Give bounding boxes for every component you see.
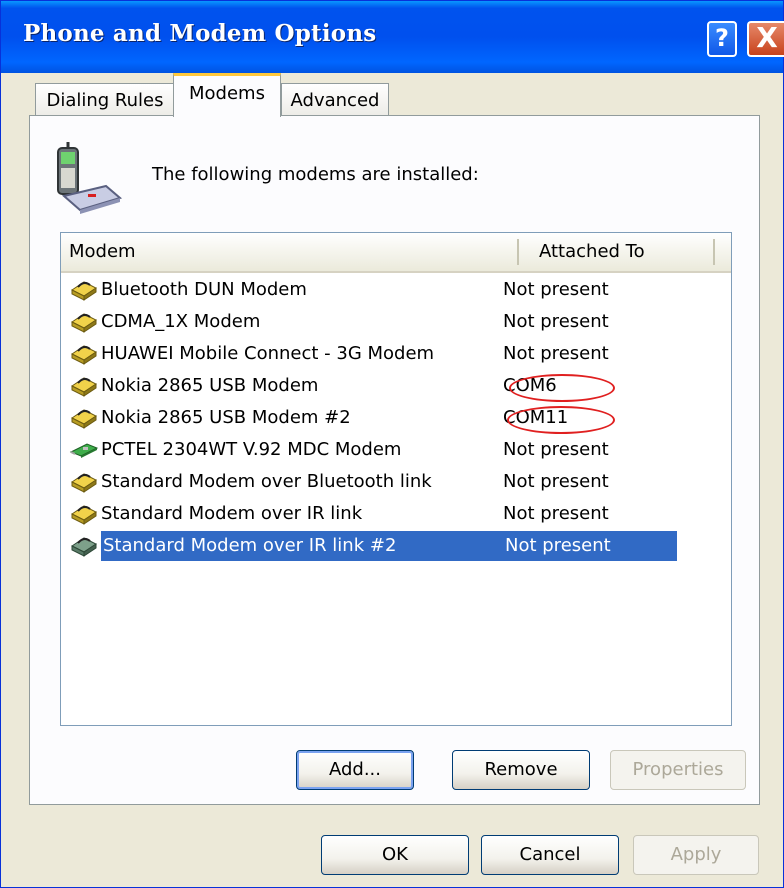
modem-icon — [71, 281, 97, 301]
list-row[interactable]: HUAWEI Mobile Connect - 3G Modem Not pre… — [65, 339, 719, 369]
modems-tab-panel: The following modems are installed: Mode… — [29, 115, 760, 805]
installed-modems-label: The following modems are installed: — [152, 164, 479, 185]
modem-icon — [71, 473, 97, 493]
modem-name: Nokia 2865 USB Modem #2 — [101, 407, 351, 428]
attached-to-value: Not present — [503, 503, 609, 524]
list-row[interactable]: Standard Modem over Bluetooth link Not p… — [65, 467, 719, 497]
modem-icon — [71, 313, 97, 333]
pci-modem-card-icon — [69, 443, 99, 458]
column-header-modem[interactable]: Modem — [69, 233, 136, 271]
annotation-circle — [509, 374, 615, 402]
list-row[interactable]: Nokia 2865 USB Modem COM6 — [65, 371, 719, 401]
list-header: Modem Attached To — [61, 233, 731, 273]
annotation-circle — [507, 406, 615, 434]
tab-advanced[interactable]: Advanced — [281, 83, 389, 117]
modem-name: HUAWEI Mobile Connect - 3G Modem — [101, 343, 435, 364]
list-row[interactable]: Standard Modem over IR link Not present — [65, 499, 719, 529]
add-button[interactable]: Add... — [296, 750, 414, 790]
modem-name: CDMA_1X Modem — [101, 311, 261, 332]
modem-icon — [71, 345, 97, 365]
list-row-selected[interactable]: Standard Modem over IR link #2 Not prese… — [65, 531, 719, 561]
close-button[interactable]: X — [747, 21, 784, 57]
tab-modems[interactable]: Modems — [173, 73, 281, 117]
column-divider[interactable] — [517, 239, 519, 265]
modem-name: Bluetooth DUN Modem — [101, 279, 307, 300]
dialog-window: Phone and Modem Options ? X Dialing Rule… — [0, 0, 784, 888]
modem-name: Standard Modem over IR link — [101, 503, 363, 524]
tab-dialing-rules[interactable]: Dialing Rules — [35, 83, 175, 117]
list-row[interactable]: PCTEL 2304WT V.92 MDC Modem Not present — [65, 435, 719, 465]
modem-name: Standard Modem over Bluetooth link — [101, 471, 432, 492]
modem-name: Nokia 2865 USB Modem — [101, 375, 319, 396]
attached-to-value: Not present — [503, 311, 609, 332]
phone-modem-icon — [57, 142, 123, 214]
properties-button[interactable]: Properties — [610, 750, 746, 790]
column-divider[interactable] — [713, 239, 715, 265]
attached-to-value: Not present — [503, 279, 609, 300]
title-bar[interactable]: Phone and Modem Options ? X — [1, 1, 784, 73]
apply-button[interactable]: Apply — [633, 835, 759, 875]
list-row[interactable]: Nokia 2865 USB Modem #2 COM11 — [65, 403, 719, 433]
column-header-attached-to[interactable]: Attached To — [539, 233, 645, 271]
modem-icon — [71, 409, 97, 429]
modem-icon — [71, 505, 97, 525]
modem-icon — [71, 377, 97, 397]
attached-to-value: Not present — [495, 531, 677, 561]
window-title: Phone and Modem Options — [23, 20, 377, 47]
modem-name: PCTEL 2304WT V.92 MDC Modem — [101, 439, 402, 460]
attached-to-value: Not present — [503, 343, 609, 364]
list-row[interactable]: Bluetooth DUN Modem Not present — [65, 275, 719, 305]
modem-icon — [71, 537, 97, 557]
ok-button[interactable]: OK — [321, 835, 469, 875]
attached-to-value: Not present — [503, 439, 609, 460]
list-row[interactable]: CDMA_1X Modem Not present — [65, 307, 719, 337]
modem-list[interactable]: Modem Attached To Bluetooth DUN Modem No… — [60, 232, 732, 726]
cancel-button[interactable]: Cancel — [481, 835, 619, 875]
help-button[interactable]: ? — [707, 21, 737, 57]
modem-name: Standard Modem over IR link #2 — [101, 531, 505, 561]
attached-to-value: Not present — [503, 471, 609, 492]
remove-button[interactable]: Remove — [452, 750, 590, 790]
